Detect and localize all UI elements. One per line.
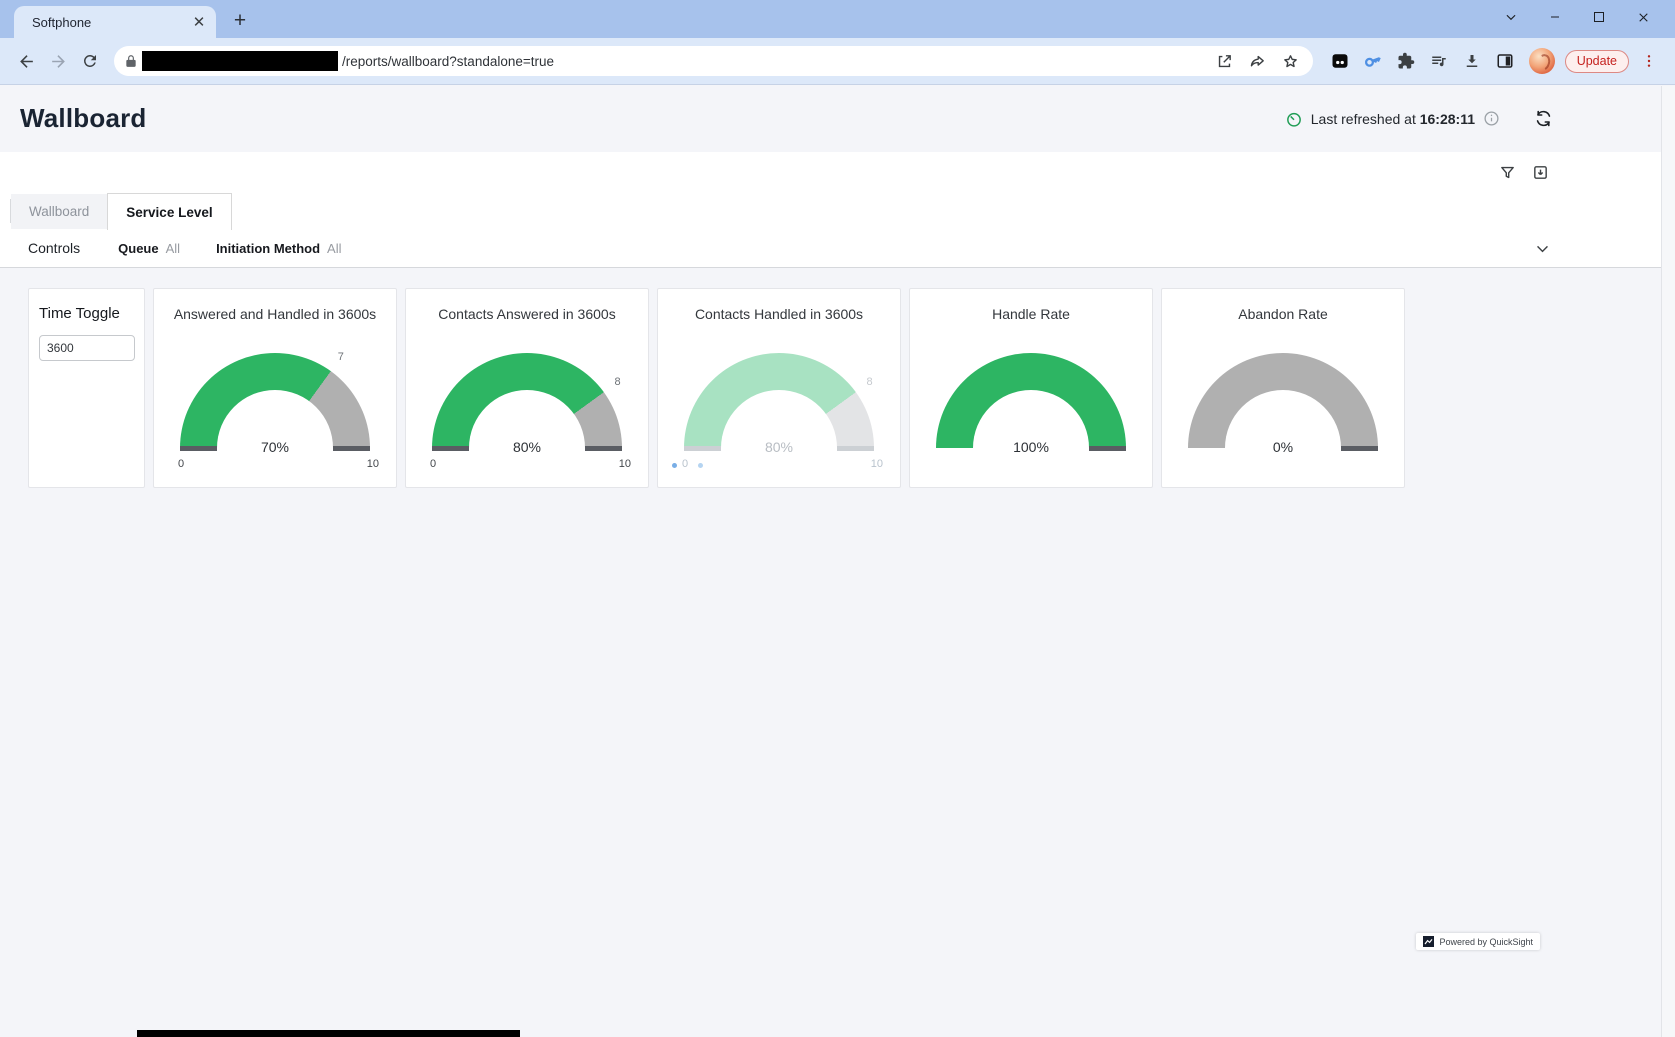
gauge-value: 0%: [1188, 439, 1378, 455]
gauge-min-label: 0: [682, 458, 688, 470]
bookmark-star-icon[interactable]: [1282, 53, 1299, 70]
close-button[interactable]: [1621, 2, 1665, 32]
tab-search-chevron-icon[interactable]: [1489, 2, 1533, 32]
forward-button[interactable]: [42, 45, 74, 77]
gauge-value-tick-label: 7: [338, 351, 344, 363]
queue-filter-label: Queue: [118, 241, 158, 256]
gauge-value-tick-label: 8: [615, 376, 621, 388]
dashboard-sheet: Wallboard Service Level Controls Queue A…: [0, 152, 1675, 268]
gauge-chart[interactable]: 0%: [1188, 353, 1378, 448]
timer-icon: [1285, 110, 1303, 128]
queue-filter[interactable]: Queue All: [118, 241, 180, 256]
back-button[interactable]: [10, 45, 42, 77]
gauge-chart[interactable]: 80%0108: [432, 353, 622, 448]
gauge-value: 70%: [180, 439, 370, 455]
update-label: Update: [1577, 54, 1617, 68]
gauge-card: Handle Rate 100%: [909, 288, 1153, 488]
time-toggle-title: Time Toggle: [39, 305, 134, 322]
initiation-method-label: Initiation Method: [216, 241, 320, 256]
info-icon[interactable]: [1483, 110, 1500, 127]
page-header: Wallboard Last refreshed at 16:28:11: [0, 85, 1675, 152]
gauge-title: Abandon Rate: [1162, 306, 1404, 322]
gauge-title: Handle Rate: [910, 306, 1152, 322]
loading-dot: [698, 463, 703, 468]
collapse-controls-chevron-icon[interactable]: [1534, 240, 1551, 257]
gauge-value: 100%: [936, 439, 1126, 455]
gauge-max-label: 10: [367, 458, 379, 470]
time-toggle-input[interactable]: [39, 335, 135, 361]
tab-service-level[interactable]: Service Level: [107, 193, 231, 230]
bottom-redaction-bar: [137, 1030, 520, 1037]
gauge-min-label: 0: [178, 458, 184, 470]
padlock-icon[interactable]: [124, 54, 138, 68]
tab-close-icon[interactable]: ✕: [190, 13, 208, 31]
sheet-toolbar: [0, 152, 1675, 192]
gauge-max-label: 10: [871, 458, 883, 470]
powered-by-text: Powered by QuickSight: [1439, 937, 1533, 947]
export-icon[interactable]: [1532, 164, 1549, 181]
page-title: Wallboard: [20, 103, 1285, 134]
gauge-max-label: 10: [619, 458, 631, 470]
filter-icon[interactable]: [1499, 164, 1516, 181]
gauge-card: Contacts Answered in 3600s80%0108: [405, 288, 649, 488]
gauge-value: 80%: [684, 439, 874, 455]
last-refreshed-time: 16:28:11: [1420, 111, 1475, 127]
extensions-row: [1331, 48, 1555, 74]
gauge-chart[interactable]: 70%0107: [180, 353, 370, 448]
url-path: /reports/wallboard?standalone=true: [342, 54, 1216, 69]
dashboard-content: Time Toggle Answered and Handled in 3600…: [0, 268, 1675, 488]
initiation-method-filter[interactable]: Initiation Method All: [216, 241, 341, 256]
browser-tabstrip: Softphone ✕ +: [0, 0, 1675, 38]
page-scrollbar[interactable]: [1661, 86, 1675, 1037]
last-refreshed: Last refreshed at 16:28:11: [1285, 109, 1553, 128]
browser-tab-softphone[interactable]: Softphone ✕: [14, 6, 216, 38]
gauge-title: Contacts Answered in 3600s: [406, 306, 648, 322]
initiation-method-value: All: [327, 241, 341, 256]
gauge-card: Contacts Handled in 3600s80%0108: [657, 288, 901, 488]
loading-dot: [672, 463, 677, 468]
refresh-button[interactable]: [1534, 109, 1553, 128]
browser-toolbar: /reports/wallboard?standalone=true: [0, 38, 1675, 85]
dark-extension-icon[interactable]: [1331, 52, 1349, 70]
new-tab-button[interactable]: +: [226, 7, 254, 35]
queue-filter-value: All: [166, 241, 180, 256]
side-panel-icon[interactable]: [1496, 52, 1514, 70]
gauge-min-label: 0: [430, 458, 436, 470]
open-in-new-icon[interactable]: [1216, 53, 1233, 70]
gauge-title: Answered and Handled in 3600s: [154, 306, 396, 322]
url-domain-redaction: [142, 51, 338, 71]
window-controls: [1489, 2, 1665, 32]
extensions-puzzle-icon[interactable]: [1397, 52, 1415, 70]
url-bar[interactable]: /reports/wallboard?standalone=true: [114, 46, 1313, 76]
time-toggle-card: Time Toggle: [28, 288, 145, 488]
quicksight-logo-icon: [1423, 936, 1434, 947]
gauge-chart[interactable]: 80%0108: [684, 353, 874, 448]
gauge-value: 80%: [432, 439, 622, 455]
controls-row: Controls Queue All Initiation Method All: [0, 229, 1675, 267]
powered-by-badge: Powered by QuickSight: [1416, 933, 1540, 950]
reload-button[interactable]: [74, 45, 106, 77]
update-button[interactable]: Update: [1565, 50, 1629, 73]
last-refreshed-text: Last refreshed at 16:28:11: [1311, 111, 1475, 127]
playlist-extension-icon[interactable]: [1430, 52, 1448, 70]
password-key-icon[interactable]: [1361, 49, 1384, 72]
share-icon[interactable]: [1249, 53, 1266, 70]
tab-wallboard[interactable]: Wallboard: [11, 194, 107, 229]
gauge-value-tick-label: 8: [867, 376, 873, 388]
gauge-cards: Answered and Handled in 3600s70%0107Cont…: [153, 288, 1405, 488]
gauge-card: Answered and Handled in 3600s70%0107: [153, 288, 397, 488]
sheet-tab-bar: Wallboard Service Level: [0, 192, 1675, 229]
maximize-button[interactable]: [1577, 2, 1621, 32]
gauge-chart[interactable]: 100%: [936, 353, 1126, 448]
gauge-card: Abandon Rate 0%: [1161, 288, 1405, 488]
downloads-icon[interactable]: [1463, 52, 1481, 70]
controls-title: Controls: [28, 240, 80, 256]
profile-avatar[interactable]: [1529, 48, 1555, 74]
browser-tab-title: Softphone: [32, 15, 190, 30]
browser-menu-kebab-icon[interactable]: [1633, 45, 1665, 77]
gauge-title: Contacts Handled in 3600s: [658, 306, 900, 322]
minimize-button[interactable]: [1533, 2, 1577, 32]
